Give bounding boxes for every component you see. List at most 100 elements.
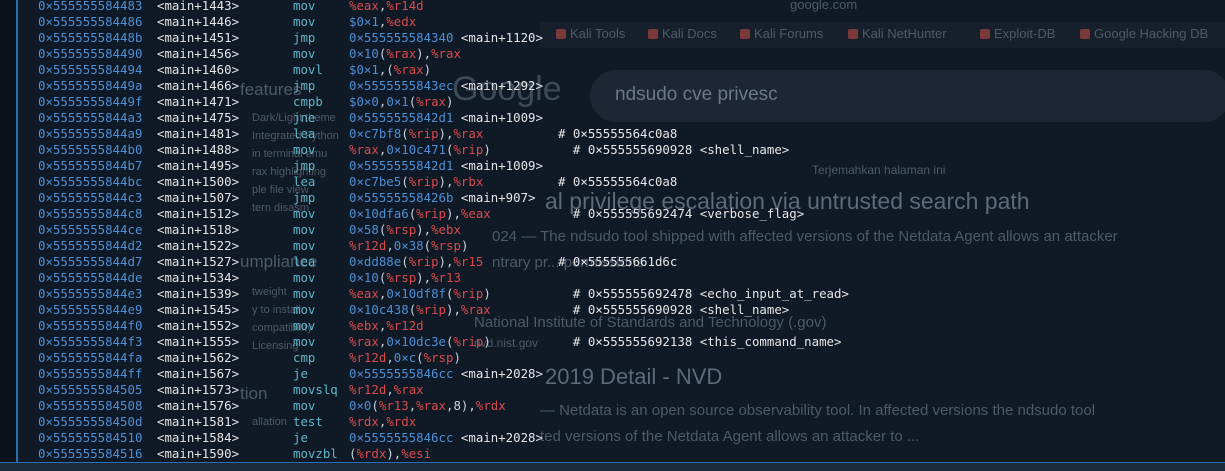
symbol-offset: <main+1456> bbox=[157, 46, 240, 61]
operands: (%rdx),%esi bbox=[349, 446, 431, 462]
disasm-line[interactable]: 0×55555558450d <main+1581> test %rdx,%rdx bbox=[18, 414, 1225, 430]
register: %eax bbox=[460, 206, 491, 221]
register: %rdx bbox=[356, 446, 387, 461]
operands: %rax,0×10dc3e(%rip) bbox=[349, 334, 491, 350]
operand-punctuation: ), bbox=[438, 254, 454, 269]
disasm-line[interactable]: 0×55555558449a <main+1466> jmp 0×5555555843… bbox=[18, 78, 1225, 94]
disasm-line[interactable]: 0×555555584505 <main+1573> movslq %r12d,%ra… bbox=[18, 382, 1225, 398]
instruction-address: 0×555555584508 bbox=[38, 398, 143, 413]
symbol-offset: <main+1545> bbox=[157, 302, 240, 317]
instruction-address: 0×555555584486 bbox=[38, 14, 143, 29]
immediate-value: 0×0 bbox=[349, 398, 372, 413]
disasm-line[interactable]: 0×555555584508 <main+1576> mov 0×0(%r13,%ra… bbox=[18, 398, 1225, 414]
mnemonic: jmp bbox=[293, 78, 316, 93]
symbol-offset: <main+1512> bbox=[157, 206, 240, 221]
register: %rax bbox=[431, 46, 461, 61]
symbol-offset: <main+1581> bbox=[157, 414, 240, 429]
register: %rax bbox=[349, 334, 379, 349]
mnemonic: mov bbox=[293, 46, 316, 61]
operands: 0×55555558426b <main+907> bbox=[349, 190, 536, 206]
instruction-address: 0×55555558450d bbox=[38, 414, 143, 429]
mnemonic: je bbox=[293, 430, 308, 445]
symbol-offset: <main+1471> bbox=[157, 94, 240, 109]
disasm-line[interactable]: 0×555555584516 <main+1590> movzbl (%rdx),%e… bbox=[18, 446, 1225, 462]
symbol-offset: <main+1460> bbox=[157, 62, 240, 77]
mnemonic: mov bbox=[293, 270, 316, 285]
jump-target-symbol: <main+1009> bbox=[453, 158, 543, 173]
disasm-line[interactable]: 0×555555584510 <main+1584> je 0×5555555846c… bbox=[18, 430, 1225, 446]
operands: $0×1,(%rax) bbox=[349, 62, 431, 78]
instruction-address: 0×555555584494 bbox=[38, 62, 143, 77]
instruction-address: 0×555555584510 bbox=[38, 430, 143, 445]
operands: %ebx,%r12d bbox=[349, 318, 424, 334]
disasm-line[interactable]: 0×5555555844d2 <main+1522> mov %r12d,0×38(%… bbox=[18, 238, 1225, 254]
instruction-address: 0×5555555844b0 bbox=[38, 142, 143, 157]
disasm-line[interactable]: 0×5555555844ff <main+1567> je 0×5555555846c… bbox=[18, 366, 1225, 382]
address-comment: # 0×555555690928 <shell_name> bbox=[558, 302, 790, 317]
disasm-line[interactable]: 0×555555584490 <main+1456> mov 0×10(%rax),%… bbox=[18, 46, 1225, 62]
register: %rax bbox=[386, 46, 417, 61]
disasm-line[interactable]: 0×5555555844a3 <main+1475> jne 0×5555555842… bbox=[18, 110, 1225, 126]
instruction-address: 0×5555555844d2 bbox=[38, 238, 143, 253]
disasm-line[interactable]: 0×555555584483 <main+1443> mov %eax,%r14d bbox=[18, 0, 1225, 14]
register: %rax bbox=[453, 126, 484, 141]
disasm-line[interactable]: 0×5555555844f0 <main+1552> mov %ebx,%r12d bbox=[18, 318, 1225, 334]
instruction-address: 0×5555555844bc bbox=[38, 174, 143, 189]
disasm-line[interactable]: 0×5555555844f3 <main+1555> mov %rax,0×10dc3… bbox=[18, 334, 1225, 350]
immediate-value: 0×10df8f bbox=[386, 286, 446, 301]
operand-punctuation: ), bbox=[446, 206, 461, 221]
register: %r12d bbox=[349, 350, 387, 365]
disasm-line[interactable]: 0×5555555844e9 <main+1545> mov 0×10c438(%ri… bbox=[18, 302, 1225, 318]
disasm-line[interactable]: 0×5555555844b0 <main+1488> mov %rax,0×10c47… bbox=[18, 142, 1225, 158]
disasm-line[interactable]: 0×5555555844fa <main+1562> cmp %r12d,0×c(%r… bbox=[18, 350, 1225, 366]
operand-punctuation: ,8), bbox=[446, 398, 476, 413]
register: %rsp bbox=[423, 350, 454, 365]
immediate-value: 0×c7be5 bbox=[349, 174, 402, 189]
disasm-line[interactable]: 0×555555584494 <main+1460> movl $0×1,(%rax) bbox=[18, 62, 1225, 78]
register: %rip bbox=[408, 126, 439, 141]
operands: 0×dd88e(%rip),%r15 bbox=[349, 254, 483, 270]
symbol-offset: <main+1488> bbox=[157, 142, 240, 157]
immediate-value: 0×dd88e bbox=[349, 254, 402, 269]
address-comment: # 0×555555692478 <echo_input_at_read> bbox=[558, 286, 849, 301]
disasm-line[interactable]: 0×55555558449f <main+1471> cmpb $0×0,0×1(%r… bbox=[18, 94, 1225, 110]
disasm-line[interactable]: 0×555555584486 <main+1446> mov $0×1,%edx bbox=[18, 14, 1225, 30]
operands: 0×5555555846cc <main+2028> bbox=[349, 430, 543, 446]
disassembly-view[interactable]: 0×555555584483 <main+1443> mov %eax,%r14d 0×… bbox=[18, 0, 1225, 462]
disasm-line[interactable]: 0×55555558448b <main+1451> jmp 0×5555555843… bbox=[18, 30, 1225, 46]
disasm-line[interactable]: 0×5555555844a9 <main+1481> lea 0×c7bf8(%rip… bbox=[18, 126, 1225, 142]
register: %rsp bbox=[386, 222, 417, 237]
disasm-line[interactable]: 0×5555555844e3 <main+1539> mov %eax,0×10df8… bbox=[18, 286, 1225, 302]
operands: 0×5555555843ec <main+1292> bbox=[349, 78, 543, 94]
operand-punctuation: ), bbox=[416, 270, 432, 285]
operand-punctuation: ), bbox=[446, 302, 461, 317]
operands: 0×0(%r13,%rax,8),%rdx bbox=[349, 398, 506, 414]
symbol-offset: <main+1446> bbox=[157, 14, 240, 29]
mnemonic: cmpb bbox=[293, 94, 323, 109]
disasm-line[interactable]: 0×5555555844de <main+1534> mov 0×10(%rsp),%… bbox=[18, 270, 1225, 286]
register: %r12d bbox=[386, 318, 424, 333]
symbol-offset: <main+1527> bbox=[157, 254, 240, 269]
operand-punctuation: ), bbox=[416, 222, 432, 237]
operands: 0×5555555846cc <main+2028> bbox=[349, 366, 543, 382]
instruction-address: 0×5555555844e9 bbox=[38, 302, 143, 317]
jump-target-symbol: <main+1292> bbox=[453, 78, 543, 93]
disasm-line[interactable]: 0×5555555844c3 <main+1507> jmp 0×5555555842… bbox=[18, 190, 1225, 206]
register: %ebx bbox=[431, 222, 461, 237]
symbol-offset: <main+1481> bbox=[157, 126, 240, 141]
register: %rax bbox=[416, 398, 447, 413]
disasm-line[interactable]: 0×5555555844ce <main+1518> mov 0×58(%rsp),%… bbox=[18, 222, 1225, 238]
disasm-line[interactable]: 0×5555555844b7 <main+1495> jmp 0×5555555842… bbox=[18, 158, 1225, 174]
mnemonic: jne bbox=[293, 110, 316, 125]
immediate-value: 0×10c471 bbox=[386, 142, 446, 157]
operand-punctuation: , bbox=[386, 350, 394, 365]
disasm-line[interactable]: 0×5555555844bc <main+1500> lea 0×c7be5(%rip… bbox=[18, 174, 1225, 190]
operand-punctuation: ), bbox=[386, 446, 402, 461]
operands: %rdx,%rdx bbox=[349, 414, 416, 430]
disasm-line[interactable]: 0×5555555844c8 <main+1512> mov 0×10dfa6(%ri… bbox=[18, 206, 1225, 222]
instruction-address: 0×55555558449a bbox=[38, 78, 143, 93]
instruction-address: 0×555555584483 bbox=[38, 0, 143, 13]
disasm-line[interactable]: 0×5555555844d7 <main+1527> lea 0×dd88e(%rip… bbox=[18, 254, 1225, 270]
register: %rdx bbox=[386, 414, 417, 429]
immediate-value: 0×10dfa6 bbox=[349, 206, 409, 221]
